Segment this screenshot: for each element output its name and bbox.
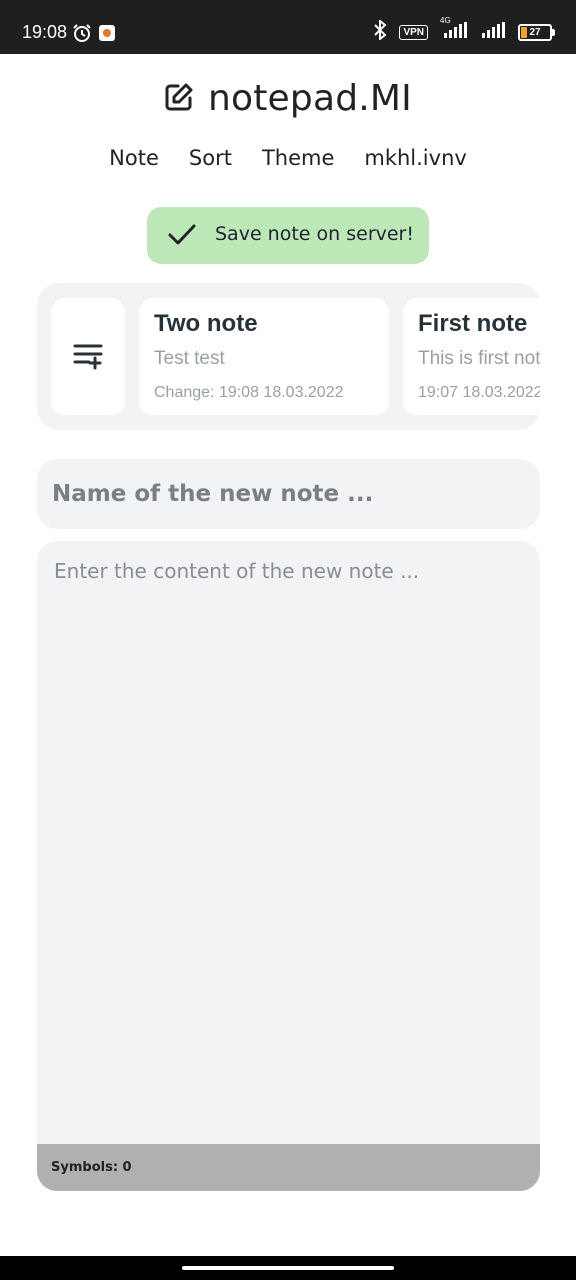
signal-icon: 4G bbox=[438, 16, 472, 43]
nav-note[interactable]: Note bbox=[109, 146, 159, 170]
note-name-input[interactable] bbox=[37, 459, 540, 529]
status-bar: 19:08 VPN 4G 27 bbox=[0, 0, 576, 54]
signal-icon bbox=[482, 22, 508, 43]
note-date: Change: 19:08 18.03.2022 bbox=[154, 384, 344, 401]
network-type: 4G bbox=[440, 16, 451, 25]
app-header: notepad.MI bbox=[0, 78, 576, 119]
add-note-button[interactable] bbox=[51, 298, 125, 415]
check-icon bbox=[167, 221, 197, 253]
note-content-input[interactable] bbox=[37, 541, 540, 1144]
nav-theme[interactable]: Theme bbox=[262, 146, 334, 170]
app-title: notepad.MI bbox=[208, 78, 412, 119]
note-preview: This is first note bbox=[418, 348, 540, 369]
nav-user[interactable]: mkhl.ivnv bbox=[364, 146, 466, 170]
app-notification-icon bbox=[98, 24, 116, 47]
toast-message: Save note on server! bbox=[215, 223, 414, 245]
symbols-counter-bar: Symbols: 0 bbox=[37, 1144, 540, 1191]
add-list-icon bbox=[73, 344, 103, 370]
notes-carousel[interactable]: Two note Test test Change: 19:08 18.03.2… bbox=[37, 283, 540, 430]
note-title: Two note bbox=[154, 310, 258, 337]
battery-icon: 27 bbox=[518, 24, 555, 41]
save-toast: Save note on server! bbox=[147, 207, 429, 264]
note-preview: Test test bbox=[154, 348, 225, 369]
edit-icon bbox=[164, 82, 194, 116]
nav-sort[interactable]: Sort bbox=[189, 146, 232, 170]
system-nav-bar bbox=[0, 1256, 576, 1280]
vpn-icon: VPN bbox=[399, 25, 428, 40]
status-time: 19:08 bbox=[22, 22, 68, 42]
note-content-panel: Symbols: 0 bbox=[37, 541, 540, 1191]
alarm-icon bbox=[72, 23, 92, 48]
home-gesture-handle[interactable] bbox=[182, 1266, 394, 1270]
bluetooth-icon bbox=[371, 18, 389, 45]
top-nav: Note Sort Theme mkhl.ivnv bbox=[0, 146, 576, 170]
note-card[interactable]: Two note Test test Change: 19:08 18.03.2… bbox=[139, 298, 389, 415]
note-date: 19:07 18.03.2022 bbox=[418, 384, 540, 401]
note-card[interactable]: First note This is first note 19:07 18.0… bbox=[403, 298, 540, 415]
note-title: First note bbox=[418, 310, 528, 337]
battery-level: 27 bbox=[529, 27, 541, 38]
symbols-count: Symbols: 0 bbox=[51, 1160, 132, 1175]
